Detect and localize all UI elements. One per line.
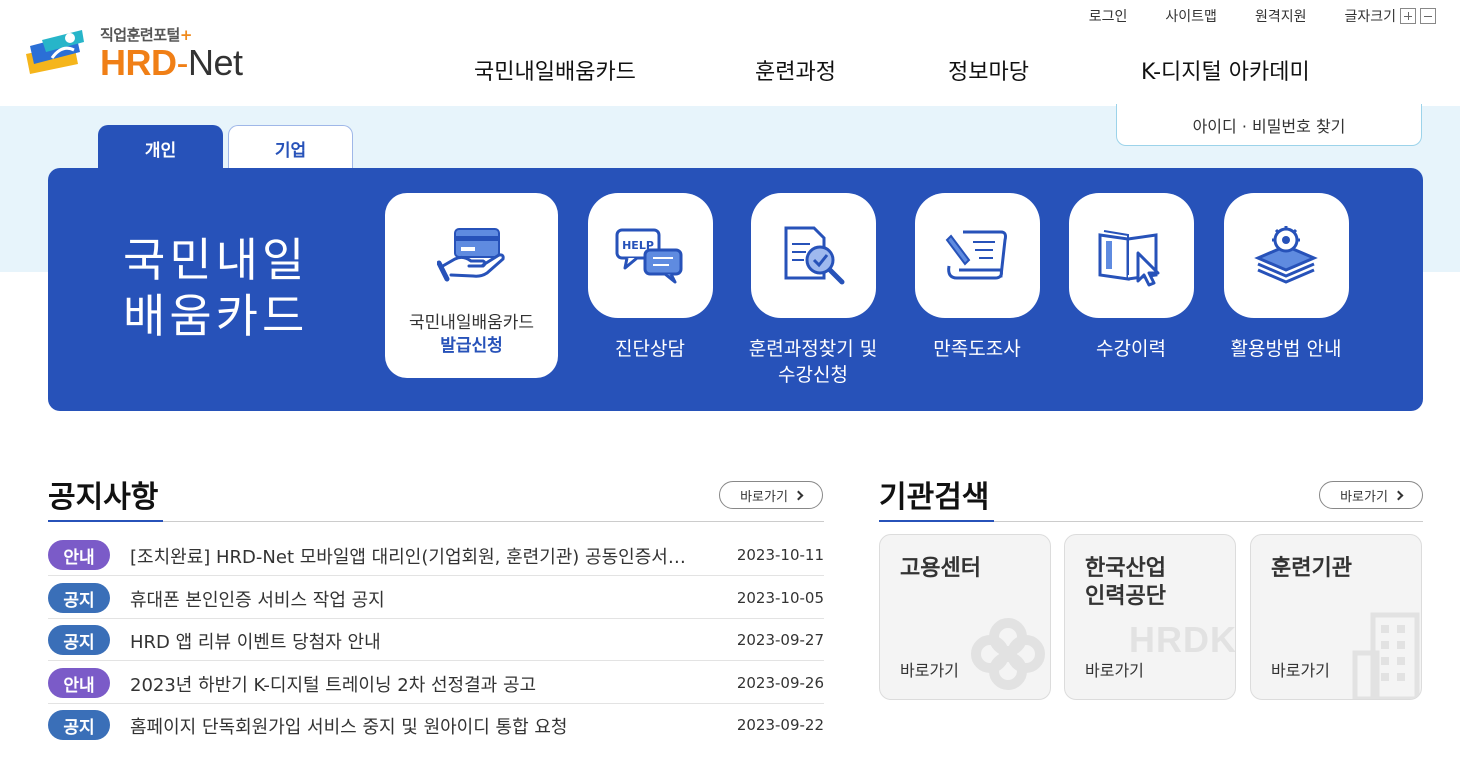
list-item[interactable]: 안내 [조치완료] HRD-Net 모바일앱 대리인(기업회원, 훈련기관) 공…: [48, 534, 824, 576]
org-search-divider: [879, 520, 1423, 522]
notice-date: 2023-09-27: [736, 631, 824, 649]
service-satisfaction[interactable]: 만족도조사: [892, 193, 1062, 362]
org-name: 한국산업 인력공단: [1085, 556, 1166, 609]
status-badge: 안내: [48, 540, 110, 570]
font-increase-button[interactable]: [1400, 8, 1416, 24]
font-size-label: 글자크기: [1344, 9, 1396, 25]
login-link[interactable]: 로그인: [1089, 6, 1128, 26]
status-badge: 안내: [48, 668, 110, 698]
service-course-search-box: [750, 193, 876, 318]
org-name: 고용센터: [900, 556, 981, 581]
org-goto-link[interactable]: 바로가기: [900, 657, 959, 681]
notice-date: 2023-10-05: [736, 589, 824, 607]
org-search-goto-button[interactable]: 바로가기: [1319, 481, 1423, 509]
service-consult[interactable]: HELP 진단상담: [565, 193, 735, 362]
notice-title[interactable]: 휴대폰 본인인증 서비스 작업 공지: [130, 586, 690, 612]
org-card-hrdk[interactable]: HRDK 한국산업 인력공단 바로가기: [1064, 534, 1236, 700]
flower-watermark-icon: [971, 618, 1045, 690]
org-card-employment-center[interactable]: 고용센터 바로가기: [879, 534, 1051, 700]
nav-item-info[interactable]: 정보마당: [948, 54, 1141, 86]
org-name: 훈련기관: [1271, 556, 1352, 581]
service-guide[interactable]: 활용방법 안내: [1201, 193, 1371, 362]
gear-stack-icon: [1254, 225, 1318, 284]
service-guide-box: [1223, 193, 1349, 318]
service-guide-label: 활용방법 안내: [1230, 338, 1342, 360]
nav-item-training-course[interactable]: 훈련과정: [755, 54, 948, 86]
building-watermark-icon: [1352, 612, 1420, 699]
list-item[interactable]: 공지 휴대폰 본인인증 서비스 작업 공지 2023-10-05: [48, 577, 824, 619]
list-item[interactable]: 공지 홈페이지 단독회원가입 서비스 중지 및 원아이디 통합 요청 2023-…: [48, 704, 824, 746]
remote-support-link[interactable]: 원격지원: [1255, 6, 1307, 26]
org-goto-link[interactable]: 바로가기: [1271, 657, 1330, 681]
chevron-right-icon: [1393, 490, 1404, 500]
nav-item-k-digital[interactable]: K-디지털 아카데미: [1141, 54, 1310, 86]
card-hand-icon: [436, 228, 505, 282]
panel-title: 국민내일 배움카드: [123, 233, 309, 343]
notice-title[interactable]: 홈페이지 단독회원가입 서비스 중지 및 원아이디 통합 요청: [130, 713, 690, 739]
card-issue-sublabel: 발급신청: [440, 336, 503, 356]
font-size-control: 글자크기: [1344, 6, 1436, 26]
notice-title[interactable]: 2023년 하반기 K-디지털 트레이닝 2차 선정결과 공고: [130, 671, 690, 697]
notice-date: 2023-09-22: [736, 716, 824, 734]
service-consult-label: 진단상담: [615, 338, 685, 360]
service-satisfaction-box: [914, 193, 1040, 318]
service-satisfaction-label: 만족도조사: [933, 338, 1021, 360]
main-nav: 국민내일배움카드 훈련과정 정보마당 K-디지털 아카데미: [474, 54, 1310, 86]
logo-wordmark: HRD-Net: [100, 42, 243, 83]
notice-title[interactable]: [조치완료] HRD-Net 모바일앱 대리인(기업회원, 훈련기관) 공동인증…: [130, 543, 690, 569]
document-search-icon: [784, 226, 845, 284]
service-course-search-label: 훈련과정찾기 및 수강신청: [748, 338, 878, 386]
notices-goto-button[interactable]: 바로가기: [719, 481, 823, 509]
list-item[interactable]: 공지 HRD 앱 리뷰 이벤트 당첨자 안내 2023-09-27: [48, 619, 824, 661]
notices-divider: [48, 520, 824, 522]
org-goto-link[interactable]: 바로가기: [1085, 657, 1144, 681]
survey-scroll-icon: [945, 230, 1007, 279]
help-chat-icon: HELP: [615, 228, 683, 283]
open-book-cursor-icon: [1098, 229, 1160, 286]
notice-date: 2023-10-11: [736, 546, 824, 564]
notices-title: 공지사항: [48, 480, 159, 515]
service-course-search[interactable]: 훈련과정찾기 및 수강신청: [728, 193, 898, 388]
font-decrease-button[interactable]: [1420, 8, 1436, 24]
sitemap-link[interactable]: 사이트맵: [1165, 6, 1217, 26]
tab-corporate[interactable]: 기업: [228, 125, 353, 171]
utility-bar: 로그인 사이트맵 원격지원 글자크기: [1051, 6, 1436, 26]
service-consult-box: HELP: [587, 193, 713, 318]
hrdk-watermark: HRDK: [1129, 619, 1236, 660]
card-issue-button[interactable]: 국민내일배움카드 발급신청: [385, 193, 558, 378]
service-history[interactable]: 수강이력: [1046, 193, 1216, 362]
status-badge: 공지: [48, 710, 110, 740]
card-issue-label: 국민내일배움카드: [408, 313, 535, 333]
service-history-label: 수강이력: [1096, 338, 1166, 360]
learning-card-panel: 국민내일 배움카드 국민내일배움카드 발급신청 HELP 진단상담 훈련과정찾기…: [48, 168, 1423, 411]
notice-title[interactable]: HRD 앱 리뷰 이벤트 당첨자 안내: [130, 628, 690, 654]
list-item[interactable]: 안내 2023년 하반기 K-디지털 트레이닝 2차 선정결과 공고 2023-…: [48, 662, 824, 704]
logo-mark-icon: [26, 30, 84, 74]
org-search-title: 기관검색: [879, 480, 990, 515]
org-card-training-institution[interactable]: 훈련기관 바로가기: [1250, 534, 1422, 700]
status-badge: 공지: [48, 583, 110, 613]
find-id-password-link[interactable]: 아이디 · 비밀번호 찾기: [1116, 104, 1422, 146]
site-logo[interactable]: 직업훈련포털+ HRD-Net: [22, 24, 272, 84]
tab-personal[interactable]: 개인: [98, 125, 223, 171]
status-badge: 공지: [48, 625, 110, 655]
chevron-right-icon: [793, 490, 804, 500]
nav-item-learning-card[interactable]: 국민내일배움카드: [474, 54, 755, 86]
notice-date: 2023-09-26: [736, 674, 824, 692]
service-history-box: [1068, 193, 1194, 318]
